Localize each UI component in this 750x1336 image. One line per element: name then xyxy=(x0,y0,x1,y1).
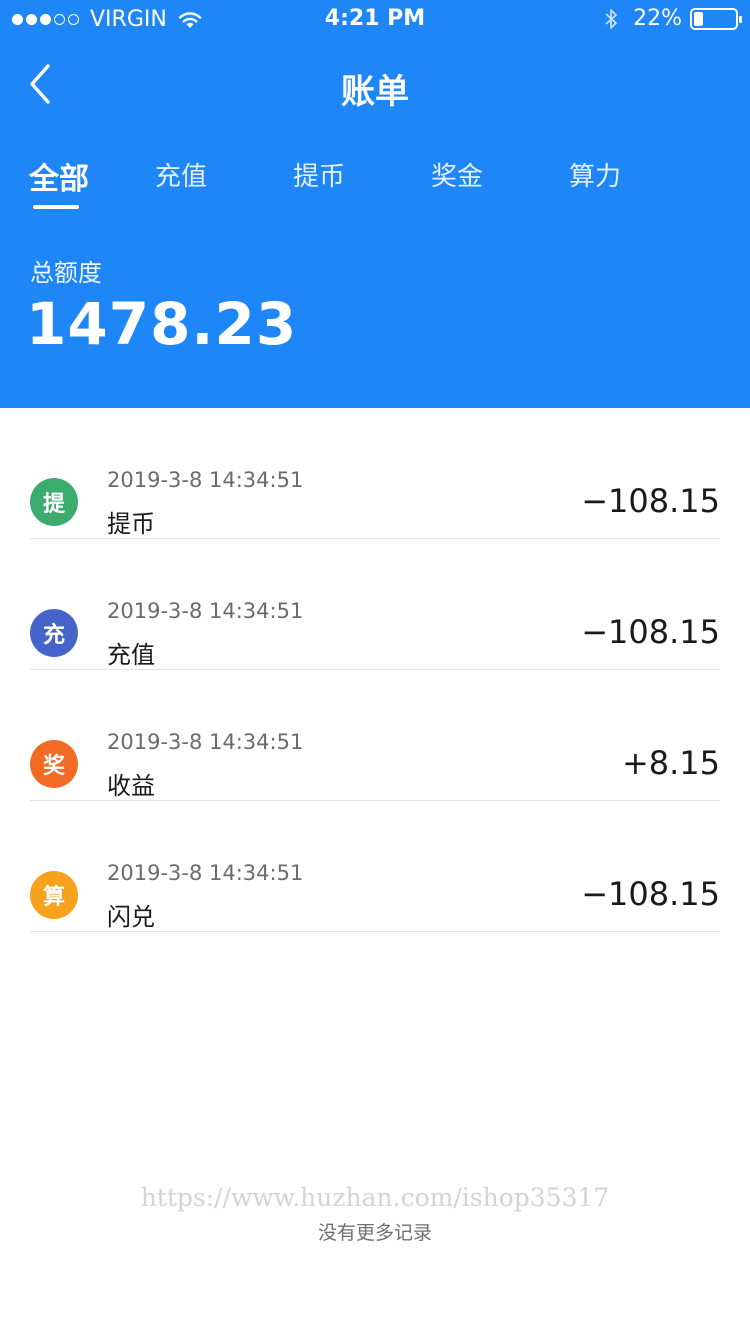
tab-bar: 全部 充值 提币 奖金 算力 xyxy=(0,150,750,220)
record-time: 2019-3-8 14:34:51 xyxy=(107,730,304,754)
record-row[interactable]: 奖 2019-3-8 14:34:51 收益 +8.15 xyxy=(0,670,750,801)
record-type-badge: 充 xyxy=(30,609,78,657)
tab-hashpower[interactable]: 算力 xyxy=(569,156,621,193)
record-row[interactable]: 算 2019-3-8 14:34:51 闪兑 −108.15 xyxy=(0,801,750,932)
record-time: 2019-3-8 14:34:51 xyxy=(107,599,304,623)
record-time: 2019-3-8 14:34:51 xyxy=(107,861,304,885)
no-more-records-text: 没有更多记录 xyxy=(317,1222,432,1244)
nav-bar: 账单 xyxy=(0,40,750,128)
status-right: 22% xyxy=(603,6,742,31)
battery-level xyxy=(694,11,703,26)
tab-bonus[interactable]: 奖金 xyxy=(431,156,483,193)
record-type-badge: 奖 xyxy=(30,740,78,788)
header: VIRGIN 4:21 PM 22% 账单 全部 充值 提币 奖金 算力 总额度… xyxy=(0,0,750,408)
record-amount: −108.15 xyxy=(581,875,720,913)
record-title: 提币 xyxy=(107,510,155,538)
tab-all[interactable]: 全部 xyxy=(29,154,89,198)
battery-icon xyxy=(690,7,742,30)
watermark-text: https://www.huzhan.com/ishop35317 xyxy=(140,1183,610,1212)
page-title: 账单 xyxy=(341,72,409,112)
record-title: 闪兑 xyxy=(107,903,155,931)
total-amount: 1478.23 xyxy=(26,290,298,358)
record-amount: +8.15 xyxy=(621,744,720,782)
record-list: 提 2019-3-8 14:34:51 提币 −108.15 充 2019-3-… xyxy=(0,408,750,932)
record-time: 2019-3-8 14:34:51 xyxy=(107,468,304,492)
record-title: 收益 xyxy=(107,772,155,800)
tab-withdraw[interactable]: 提币 xyxy=(293,156,345,193)
record-row[interactable]: 充 2019-3-8 14:34:51 充值 −108.15 xyxy=(0,539,750,670)
bluetooth-icon xyxy=(605,8,617,29)
record-amount: −108.15 xyxy=(581,613,720,651)
record-type-badge: 提 xyxy=(30,478,78,526)
status-bar: VIRGIN 4:21 PM 22% xyxy=(0,0,750,40)
battery-percentage: 22% xyxy=(633,6,682,31)
tab-recharge[interactable]: 充值 xyxy=(155,156,207,193)
active-tab-indicator xyxy=(33,205,79,209)
record-row[interactable]: 提 2019-3-8 14:34:51 提币 −108.15 xyxy=(0,408,750,539)
record-title: 充值 xyxy=(107,641,155,669)
divider xyxy=(30,931,720,932)
record-amount: −108.15 xyxy=(581,482,720,520)
record-type-badge: 算 xyxy=(30,871,78,919)
total-label: 总额度 xyxy=(30,259,102,287)
